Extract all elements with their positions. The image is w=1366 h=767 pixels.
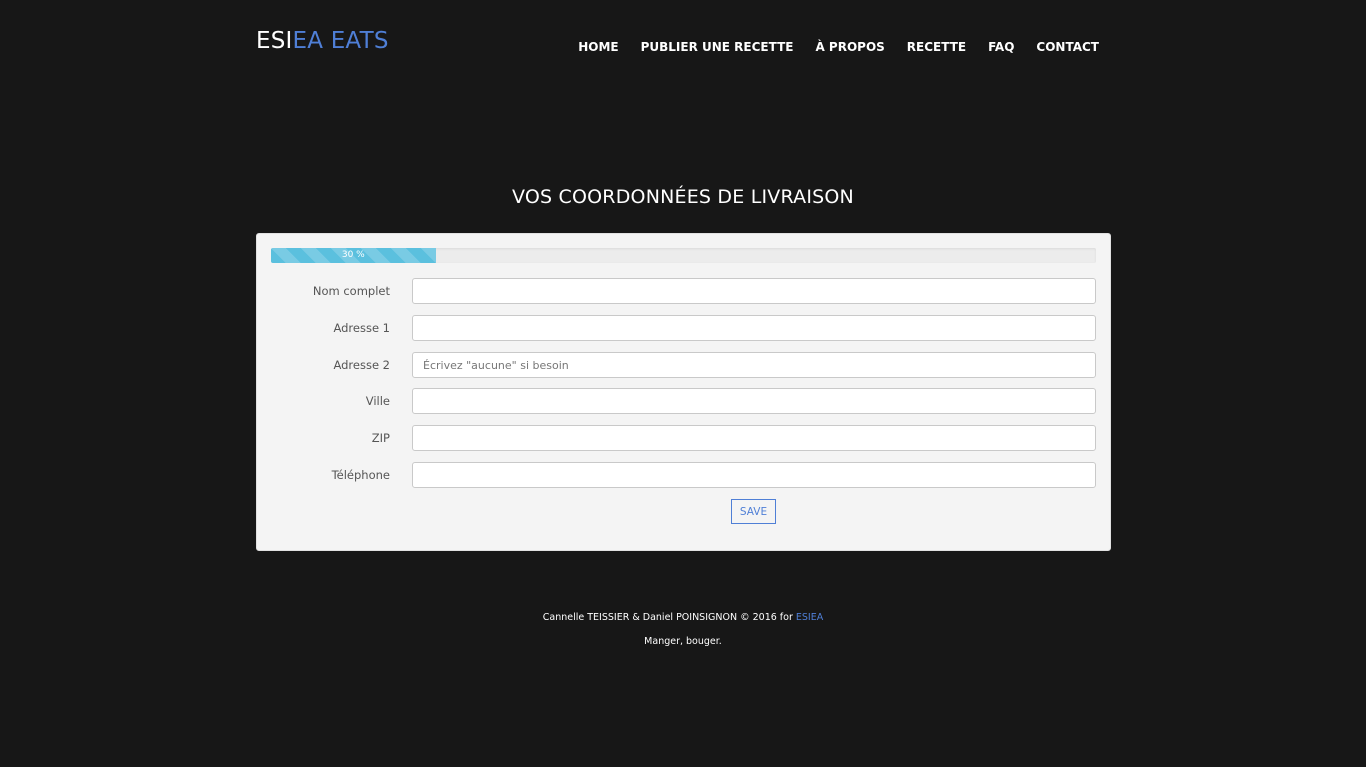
telephone-input[interactable] (412, 462, 1096, 488)
adresse-2-label: Adresse 2 (333, 358, 390, 372)
nav-recette[interactable]: RECETTE (907, 40, 966, 54)
nav-contact[interactable]: CONTACT (1036, 40, 1099, 54)
nav-faq[interactable]: FAQ (988, 40, 1014, 54)
delivery-form-panel: 30 % Nom complet Adresse 1 Adresse 2 Vil… (256, 233, 1111, 551)
ville-label: Ville (365, 394, 390, 408)
page: ESIEA EATS HOME PUBLIER UNE RECETTE À PR… (0, 0, 1366, 767)
zip-label: ZIP (371, 431, 390, 445)
logo-part-2: EA EATS (292, 28, 389, 54)
nom-complet-label: Nom complet (312, 284, 390, 298)
footer-esiea-link[interactable]: ESIEA (796, 612, 823, 623)
save-button[interactable]: SAVE (731, 499, 776, 524)
nom-complet-input[interactable] (412, 278, 1096, 304)
adresse-1-input[interactable] (412, 315, 1096, 341)
footer-tagline: Manger, bouger. (644, 636, 722, 647)
ville-input[interactable] (412, 388, 1096, 414)
nav-publier-une-recette[interactable]: PUBLIER UNE RECETTE (641, 40, 794, 54)
form-row-adresse-2: Adresse 2 (257, 352, 1112, 378)
footer-credit: Cannelle TEISSIER & Daniel POINSIGNON © … (0, 612, 1366, 623)
adresse-1-label: Adresse 1 (333, 321, 390, 335)
logo-part-1: ESI (256, 28, 293, 54)
telephone-label: Téléphone (331, 468, 390, 482)
form-row-telephone: Téléphone (257, 462, 1112, 488)
adresse-2-input[interactable] (412, 352, 1096, 378)
page-title: VOS COORDONNÉES DE LIVRAISON (512, 186, 854, 208)
progress-bar-track: 30 % (271, 248, 1096, 263)
footer-credit-text: Cannelle TEISSIER & Daniel POINSIGNON © … (542, 612, 796, 623)
nav-home[interactable]: HOME (578, 40, 618, 54)
form-row-ville: Ville (257, 388, 1112, 414)
nav-a-propos[interactable]: À PROPOS (815, 40, 884, 54)
form-row-zip: ZIP (257, 425, 1112, 451)
site-logo[interactable]: ESIEA EATS (256, 28, 389, 54)
progress-bar-fill: 30 % (271, 248, 436, 263)
form-row-nom-complet: Nom complet (257, 278, 1112, 304)
main-nav: HOME PUBLIER UNE RECETTE À PROPOS RECETT… (578, 40, 1099, 54)
form-row-adresse-1: Adresse 1 (257, 315, 1112, 341)
zip-input[interactable] (412, 425, 1096, 451)
